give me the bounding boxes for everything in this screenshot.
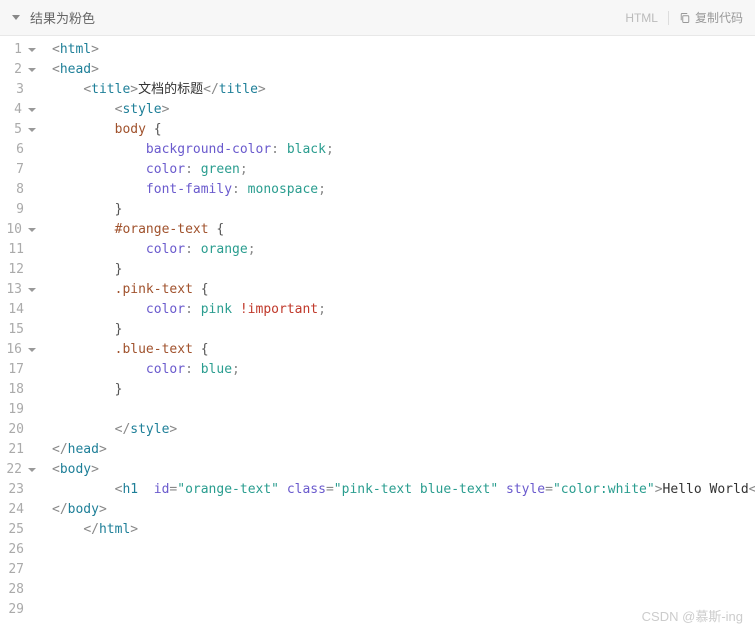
line-number: 25: [0, 520, 36, 540]
code-line[interactable]: <head>: [52, 60, 755, 80]
code-line[interactable]: </body>: [52, 500, 755, 520]
fold-icon[interactable]: [28, 228, 36, 232]
code-line[interactable]: [52, 540, 755, 560]
fold-icon[interactable]: [28, 348, 36, 352]
fold-icon[interactable]: [28, 48, 36, 52]
copy-code-button[interactable]: 复制代码: [679, 9, 743, 26]
line-number: 23: [0, 480, 36, 500]
code-line[interactable]: <html>: [52, 40, 755, 60]
code-line[interactable]: [52, 560, 755, 580]
fold-icon[interactable]: [28, 108, 36, 112]
code-line[interactable]: color: pink !important;: [52, 300, 755, 320]
line-number: 12: [0, 260, 36, 280]
line-number: 19: [0, 400, 36, 420]
editor-header: 结果为粉色 HTML 复制代码: [0, 0, 755, 36]
code-line[interactable]: <title>文档的标题</title>: [52, 80, 755, 100]
line-number: 5: [0, 120, 36, 140]
line-number: 7: [0, 160, 36, 180]
line-number: 20: [0, 420, 36, 440]
line-number: 22: [0, 460, 36, 480]
code-line[interactable]: .blue-text {: [52, 340, 755, 360]
code-line[interactable]: color: green;: [52, 160, 755, 180]
line-number: 15: [0, 320, 36, 340]
line-number: 10: [0, 220, 36, 240]
code-line[interactable]: .pink-text {: [52, 280, 755, 300]
fold-icon[interactable]: [28, 288, 36, 292]
line-number: 9: [0, 200, 36, 220]
fold-icon[interactable]: [28, 68, 36, 72]
code-line[interactable]: body {: [52, 120, 755, 140]
line-number: 17: [0, 360, 36, 380]
code-line[interactable]: color: orange;: [52, 240, 755, 260]
line-number: 29: [0, 600, 36, 620]
header-right: HTML 复制代码: [625, 9, 743, 26]
line-number: 14: [0, 300, 36, 320]
line-number: 6: [0, 140, 36, 160]
line-number: 4: [0, 100, 36, 120]
line-number: 21: [0, 440, 36, 460]
code-line[interactable]: </style>: [52, 420, 755, 440]
code-line[interactable]: }: [52, 260, 755, 280]
line-number: 2: [0, 60, 36, 80]
line-number: 3: [0, 80, 36, 100]
code-line[interactable]: <style>: [52, 100, 755, 120]
code-line[interactable]: background-color: black;: [52, 140, 755, 160]
line-number: 27: [0, 560, 36, 580]
copy-label: 复制代码: [695, 9, 743, 26]
line-number: 13: [0, 280, 36, 300]
code-line[interactable]: </html>: [52, 520, 755, 540]
header-left: 结果为粉色: [12, 8, 95, 27]
code-line[interactable]: }: [52, 320, 755, 340]
code-line[interactable]: [52, 600, 755, 620]
language-label: HTML: [625, 11, 658, 25]
code-line[interactable]: <h1 id="orange-text" class="pink-text bl…: [52, 480, 755, 500]
line-number: 18: [0, 380, 36, 400]
code-area[interactable]: <html><head> <title>文档的标题</title> <style…: [44, 36, 755, 633]
code-editor[interactable]: 1234567891011121314151617181920212223242…: [0, 36, 755, 633]
fold-icon[interactable]: [28, 128, 36, 132]
line-number: 24: [0, 500, 36, 520]
divider: [668, 11, 669, 25]
code-line[interactable]: [52, 580, 755, 600]
fold-icon[interactable]: [28, 468, 36, 472]
code-line[interactable]: }: [52, 380, 755, 400]
code-line[interactable]: }: [52, 200, 755, 220]
copy-icon: [679, 12, 691, 24]
line-number: 1: [0, 40, 36, 60]
code-line[interactable]: </head>: [52, 440, 755, 460]
code-line[interactable]: font-family: monospace;: [52, 180, 755, 200]
line-number: 8: [0, 180, 36, 200]
line-number: 11: [0, 240, 36, 260]
code-line[interactable]: <body>: [52, 460, 755, 480]
line-number: 16: [0, 340, 36, 360]
code-line[interactable]: [52, 400, 755, 420]
code-line[interactable]: #orange-text {: [52, 220, 755, 240]
code-line[interactable]: color: blue;: [52, 360, 755, 380]
line-gutter: 1234567891011121314151617181920212223242…: [0, 36, 44, 633]
header-title: 结果为粉色: [30, 8, 95, 27]
line-number: 26: [0, 540, 36, 560]
dropdown-icon[interactable]: [12, 15, 20, 20]
line-number: 28: [0, 580, 36, 600]
